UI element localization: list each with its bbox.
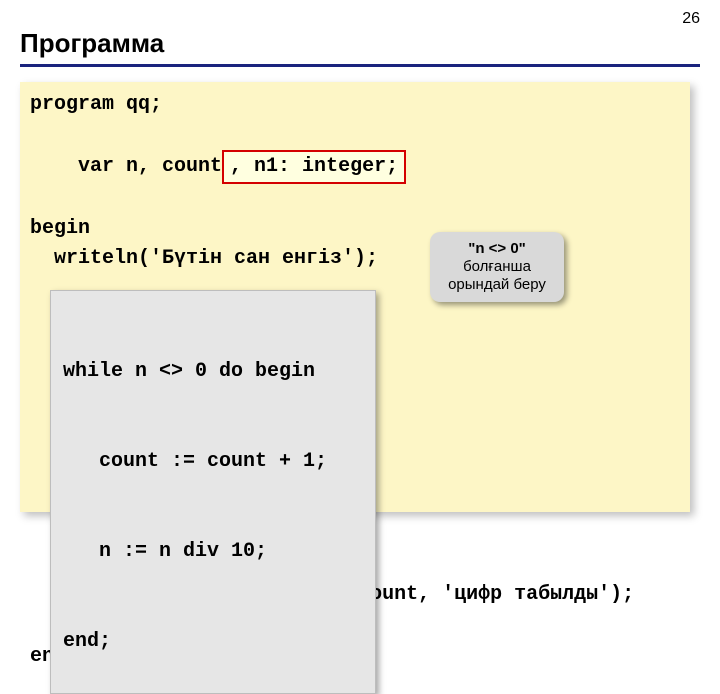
loop-line: while n <> 0 do begin — [63, 357, 363, 387]
page-title: Программа — [20, 28, 164, 59]
callout-quote: "n <> 0" — [468, 240, 526, 257]
loop-line: end; — [63, 627, 363, 657]
code-text: var n, count — [78, 155, 222, 178]
title-rule — [20, 64, 700, 67]
highlight-var-decl: , n1: integer; — [222, 150, 406, 184]
loop-line: count := count + 1; — [63, 447, 363, 477]
code-line: writeln('Бүтін сан енгіз'); — [30, 244, 680, 274]
loop-line: n := n div 10; — [63, 537, 363, 567]
code-line: program qq; — [30, 90, 680, 120]
callout-text: орындай беру — [448, 276, 546, 293]
code-line: var n, count, n1: integer; — [30, 120, 680, 214]
page-number: 26 — [682, 10, 700, 28]
callout-bubble: "n <> 0" болғанша орындай беру — [430, 232, 564, 302]
loop-box: while n <> 0 do begin count := count + 1… — [50, 290, 376, 694]
code-line: begin — [30, 214, 680, 244]
callout-text: болғанша — [463, 258, 531, 275]
